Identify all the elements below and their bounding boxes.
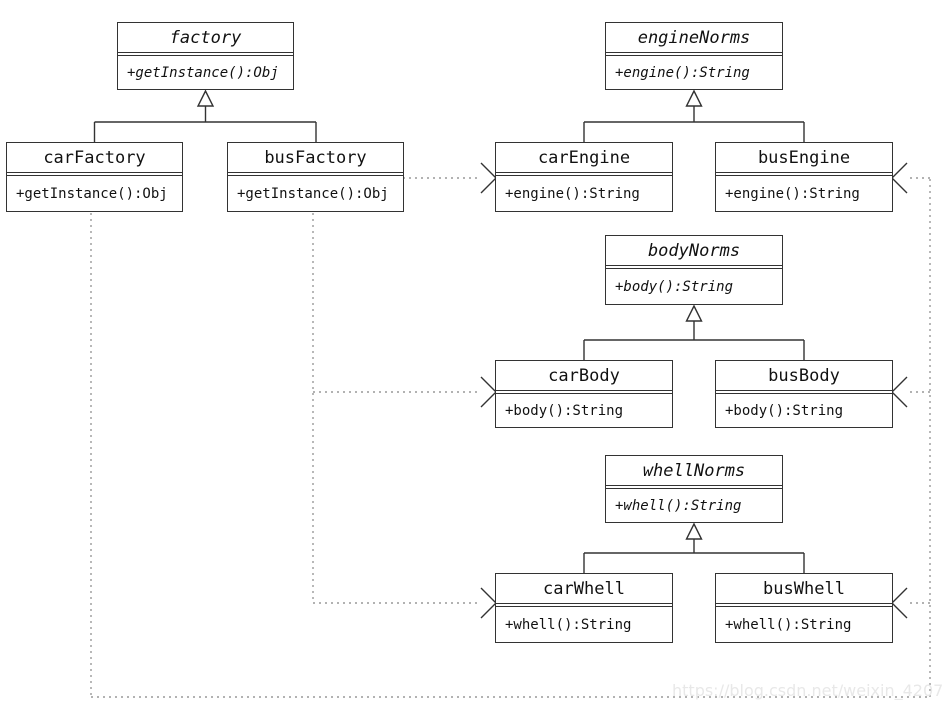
uml-diagram-canvas: factory +getInstance():Obj carFactory +g… — [0, 0, 942, 711]
class-name-busEngine: busEngine — [716, 143, 892, 173]
class-name-engineNorms: engineNorms — [606, 23, 782, 53]
generalization-arrowhead-factory — [196, 89, 215, 107]
watermark-text: https://blog.csdn.net/weixin_42079752 — [672, 681, 942, 700]
class-box-carEngine[interactable]: carEngine +engine():String — [495, 142, 673, 212]
class-box-carWhell[interactable]: carWhell +whell():String — [495, 573, 673, 643]
class-name-carWhell: carWhell — [496, 574, 672, 604]
class-box-carBody[interactable]: carBody +body():String — [495, 360, 673, 428]
dependency-arrowhead-busEngine — [891, 162, 908, 194]
class-name-busBody: busBody — [716, 361, 892, 391]
class-operation-factory: +getInstance():Obj — [127, 64, 279, 81]
dependency-arrowhead-carEngine — [480, 162, 497, 194]
dependency-arrowhead-busWhell — [891, 587, 908, 619]
class-operation-carEngine: +engine():String — [505, 185, 640, 202]
class-box-bodyNorms[interactable]: bodyNorms +body():String — [605, 235, 783, 305]
generalization-arrowhead-engineNorms — [685, 89, 703, 107]
class-box-busWhell[interactable]: busWhell +whell():String — [715, 573, 893, 643]
class-name-factory: factory — [118, 23, 293, 53]
generalization-arrowhead-whellNorms — [685, 522, 703, 540]
generalization-whellNorms-group — [583, 522, 805, 573]
class-box-busEngine[interactable]: busEngine +engine():String — [715, 142, 893, 212]
class-operation-busEngine: +engine():String — [725, 185, 860, 202]
generalization-factory-group — [93, 89, 317, 142]
class-operation-carBody: +body():String — [505, 402, 624, 419]
dependency-arrowhead-busBody — [891, 376, 908, 408]
class-box-engineNorms[interactable]: engineNorms +engine():String — [605, 22, 783, 90]
dependency-busFactory-group — [312, 162, 497, 619]
class-operation-whellNorms: +whell():String — [615, 497, 742, 514]
class-box-busBody[interactable]: busBody +body():String — [715, 360, 893, 428]
generalization-arrowhead-bodyNorms — [685, 304, 703, 322]
dependency-arrowhead-carBody — [480, 376, 497, 408]
class-name-carEngine: carEngine — [496, 143, 672, 173]
class-name-carFactory: carFactory — [7, 143, 182, 173]
class-box-busFactory[interactable]: busFactory +getInstance():Obj — [227, 142, 404, 212]
class-name-busWhell: busWhell — [716, 574, 892, 604]
class-operation-busWhell: +whell():String — [725, 616, 852, 633]
generalization-engineNorms-group — [583, 89, 805, 142]
class-name-carBody: carBody — [496, 361, 672, 391]
class-box-whellNorms[interactable]: whellNorms +whell():String — [605, 455, 783, 523]
class-name-busFactory: busFactory — [228, 143, 403, 173]
class-operation-busFactory: +getInstance():Obj — [237, 185, 389, 202]
class-box-factory[interactable]: factory +getInstance():Obj — [117, 22, 294, 90]
generalization-bodyNorms-group — [583, 304, 805, 360]
class-name-bodyNorms: bodyNorms — [606, 236, 782, 266]
class-operation-bodyNorms: +body():String — [615, 278, 734, 295]
dependency-arrowhead-carWhell — [480, 587, 497, 619]
class-operation-carFactory: +getInstance():Obj — [16, 185, 168, 202]
class-name-whellNorms: whellNorms — [606, 456, 782, 486]
class-operation-carWhell: +whell():String — [505, 616, 632, 633]
class-box-carFactory[interactable]: carFactory +getInstance():Obj — [6, 142, 183, 212]
class-operation-busBody: +body():String — [725, 402, 844, 419]
class-operation-engineNorms: +engine():String — [615, 64, 750, 81]
